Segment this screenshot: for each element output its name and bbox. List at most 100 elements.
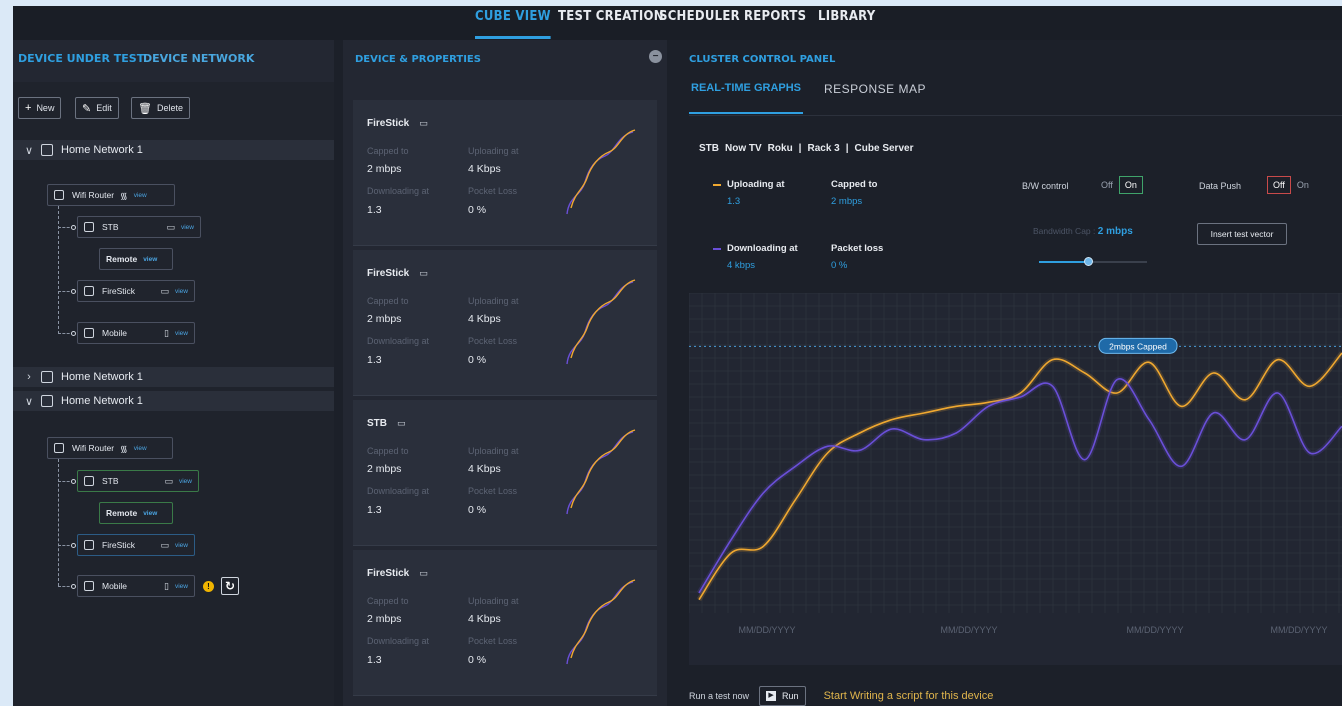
uploading-label: Uploading at: [727, 179, 785, 190]
x-tick-label: MM/DD/YYYY: [738, 625, 795, 635]
chevron-down-icon[interactable]: ∨: [17, 395, 41, 408]
edit-button[interactable]: ✎ Edit: [75, 97, 119, 119]
device-checkbox[interactable]: [84, 222, 94, 232]
device-node-stb[interactable]: STB ▭ view: [77, 470, 199, 492]
device-checkbox[interactable]: [84, 328, 94, 338]
packet-loss-value: 0 %: [831, 260, 848, 271]
device-view-link[interactable]: view: [175, 330, 188, 337]
remote-node[interactable]: Remote view: [99, 248, 173, 270]
breadcrumb-item[interactable]: Rack 3: [807, 143, 839, 154]
breadcrumb-item[interactable]: Cube Server: [855, 143, 914, 154]
loss-label: Pocket Loss: [468, 186, 518, 196]
tab-library[interactable]: LIBRARY: [818, 6, 876, 40]
device-name: STB: [102, 222, 119, 232]
router-view-link[interactable]: view: [134, 192, 147, 199]
top-nav: CUBE VIEW TEST CREATION SCHEDULER REPORT…: [13, 6, 1342, 40]
remote-view-link[interactable]: view: [143, 256, 157, 263]
device-card[interactable]: FireStick ▭ Capped to 2 mbps Downloading at 1…: [353, 100, 657, 246]
bw-control-toggle[interactable]: Off On: [1095, 176, 1143, 194]
loss-value: 0 %: [468, 204, 487, 216]
network-row[interactable]: ∨ Home Network 1: [13, 140, 334, 160]
device-tree-panel: DEVICE UNDER TEST DEVICE NETWORK + New ✎…: [13, 40, 334, 706]
device-node-mobile[interactable]: Mobile ▯ view: [77, 575, 195, 597]
refresh-icon[interactable]: ↻: [221, 577, 239, 595]
device-checkbox[interactable]: [84, 581, 94, 591]
device-card[interactable]: FireStick ▭ Capped to 2 mbps Downloading at 1…: [353, 550, 657, 696]
device-name: FireStick: [367, 118, 410, 129]
device-card[interactable]: FireStick ▭ Capped to 2 mbps Downloading at 1…: [353, 250, 657, 396]
device-view-link[interactable]: view: [175, 583, 188, 590]
network-checkbox[interactable]: [41, 395, 53, 407]
device-node-stb[interactable]: STB ▭ view: [77, 216, 201, 238]
warning-icon[interactable]: !: [203, 581, 214, 592]
device-name: FireStick: [367, 268, 410, 279]
network-row[interactable]: ∨ Home Network 1: [13, 391, 334, 411]
bandwidth-slider[interactable]: [1039, 257, 1147, 267]
device-checkbox[interactable]: [84, 540, 94, 550]
tab-scheduler[interactable]: SCHEDULER: [659, 6, 740, 40]
downloading-key: Downloading at: [713, 243, 798, 254]
chevron-right-icon[interactable]: ›: [17, 371, 41, 383]
downloading-value: 1.3: [367, 204, 382, 216]
tab-reports[interactable]: REPORTS: [744, 6, 806, 40]
tree-node-dot: [71, 225, 76, 230]
bandwidth-cap: Bandwidth Cap : 2 mbps: [1033, 226, 1133, 237]
bandwidth-cap-value: 2 mbps: [1097, 226, 1133, 237]
device-node-firestick[interactable]: FireStick ▭ view: [77, 280, 195, 302]
tab-real-time-graphs[interactable]: REAL-TIME GRAPHS: [689, 82, 803, 114]
capped-label: Capped to: [367, 596, 409, 606]
run-footer: Run a test now ▶ Run Start Writing a scr…: [689, 686, 993, 706]
network-row[interactable]: › Home Network 1: [13, 367, 334, 387]
wifi-icon: ᯾: [120, 190, 128, 201]
router-node[interactable]: Wifi Router ᯾ view: [47, 437, 173, 459]
delete-button[interactable]: 🗑 Delete: [131, 97, 190, 119]
device-checkbox[interactable]: [84, 286, 94, 296]
remote-node[interactable]: Remote view: [99, 502, 173, 524]
device-view-link[interactable]: view: [175, 542, 188, 549]
device-checkbox[interactable]: [84, 476, 94, 486]
tab-test-creation[interactable]: TEST CREATION: [558, 6, 664, 40]
bw-off-option[interactable]: Off: [1095, 176, 1119, 194]
insert-test-vector-button[interactable]: Insert test vector: [1197, 223, 1287, 245]
router-checkbox[interactable]: [54, 190, 64, 200]
device-card[interactable]: STB ▭ Capped to 2 mbps Downloading at 1.3 Uplo…: [353, 400, 657, 546]
router-checkbox[interactable]: [54, 443, 64, 453]
network-checkbox[interactable]: [41, 371, 53, 383]
chevron-down-icon[interactable]: ∨: [17, 144, 41, 157]
device-node-firestick[interactable]: FireStick ▭ view: [77, 534, 195, 556]
tab-response-map[interactable]: RESPONSE MAP: [824, 82, 926, 96]
device-view-link[interactable]: view: [175, 288, 188, 295]
device-name: STB: [367, 418, 387, 429]
router-view-link[interactable]: view: [134, 445, 147, 452]
breadcrumb-item[interactable]: STB: [699, 143, 719, 154]
new-button[interactable]: + New: [18, 97, 62, 119]
slider-handle[interactable]: [1083, 257, 1093, 266]
device-view-link[interactable]: view: [181, 224, 194, 231]
run-button[interactable]: ▶ Run: [759, 686, 806, 706]
network-checkbox[interactable]: [41, 144, 53, 156]
data-push-toggle[interactable]: Off On: [1267, 176, 1315, 194]
push-off-option[interactable]: Off: [1267, 176, 1291, 194]
tab-device-network[interactable]: DEVICE NETWORK: [143, 52, 254, 65]
device-view-link[interactable]: view: [179, 478, 192, 485]
downloading-label: Downloading at: [367, 486, 430, 496]
breadcrumb-item[interactable]: Roku: [768, 143, 793, 154]
tv-icon: ▭: [419, 118, 428, 128]
collapse-icon[interactable]: −: [649, 50, 662, 63]
slider-fill: [1039, 261, 1088, 263]
tv-icon: ▭: [166, 221, 175, 232]
app-window: CUBE VIEW TEST CREATION SCHEDULER REPORT…: [13, 6, 1342, 706]
bw-on-option[interactable]: On: [1118, 176, 1143, 194]
panel-header: DEVICE & PROPERTIES −: [343, 40, 667, 88]
device-name: STB: [102, 476, 119, 486]
run-label: Run: [782, 691, 799, 701]
router-node[interactable]: Wifi Router ᯾ view: [47, 184, 175, 206]
tab-device-under-test[interactable]: DEVICE UNDER TEST: [18, 52, 144, 65]
push-on-option[interactable]: On: [1291, 176, 1315, 194]
device-node-mobile[interactable]: Mobile ▯ view: [77, 322, 195, 344]
remote-view-link[interactable]: view: [143, 510, 157, 517]
breadcrumb-item[interactable]: Now TV: [725, 143, 762, 154]
tab-cube-view[interactable]: CUBE VIEW: [475, 6, 552, 40]
write-script-link[interactable]: Start Writing a script for this device: [824, 690, 994, 702]
device-name: FireStick: [102, 286, 136, 296]
